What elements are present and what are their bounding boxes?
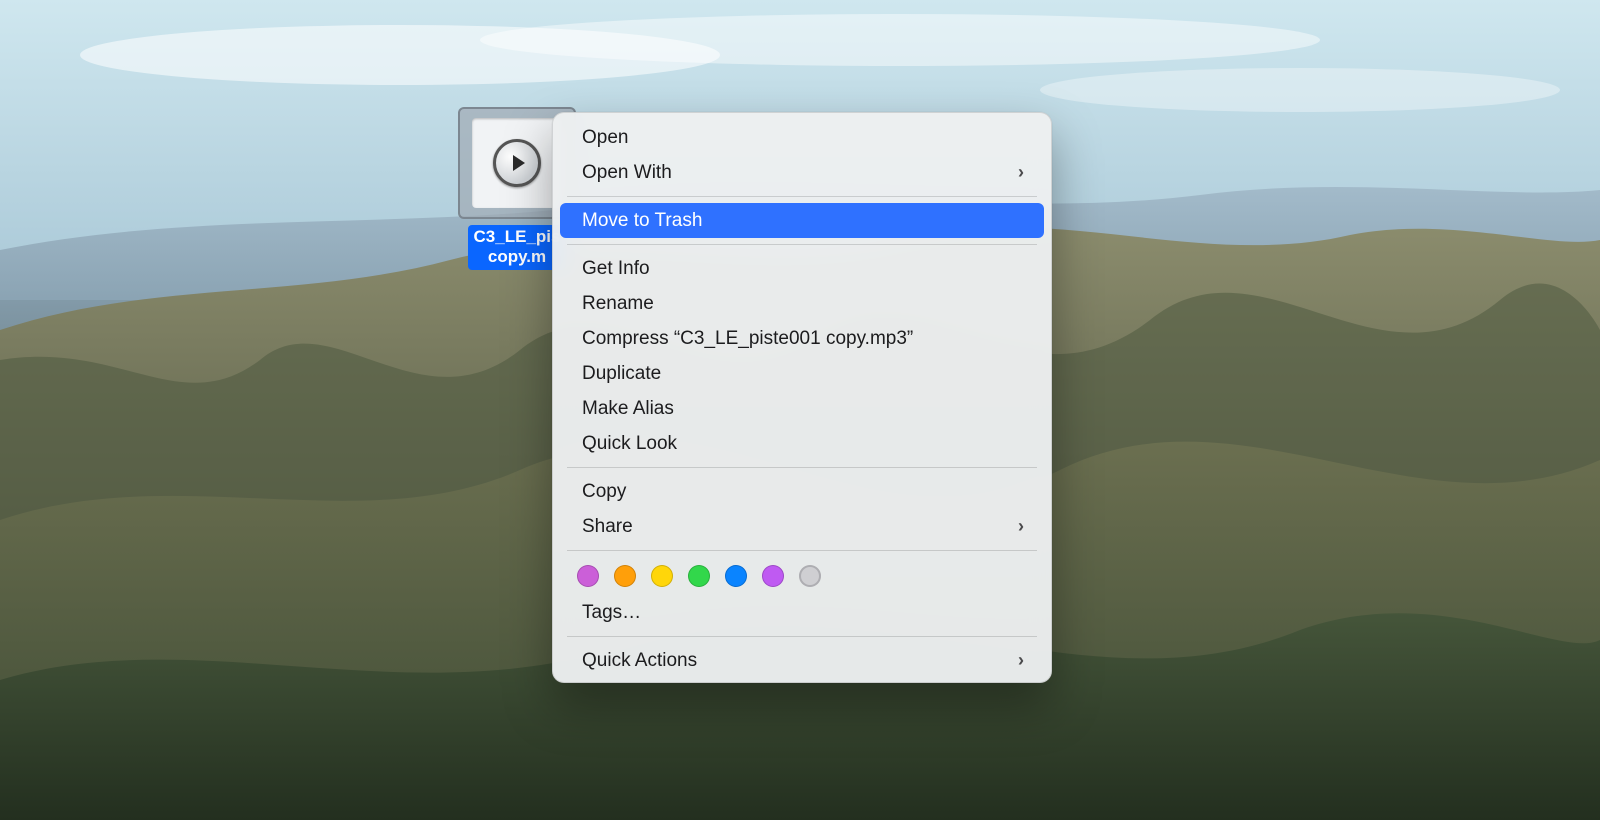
tag-color-none[interactable] bbox=[799, 565, 821, 587]
tag-color-dot[interactable] bbox=[651, 565, 673, 587]
menu-item-get-info[interactable]: Get Info bbox=[560, 251, 1044, 286]
chevron-right-icon: › bbox=[1018, 162, 1024, 183]
context-menu: Open Open With › Move to Trash Get Info … bbox=[552, 112, 1052, 683]
menu-item-quick-look[interactable]: Quick Look bbox=[560, 426, 1044, 461]
menu-item-label: Make Alias bbox=[582, 398, 674, 420]
menu-item-label: Open bbox=[582, 127, 628, 149]
menu-item-open-with[interactable]: Open With › bbox=[560, 155, 1044, 190]
menu-separator bbox=[567, 636, 1037, 637]
menu-item-open[interactable]: Open bbox=[560, 120, 1044, 155]
menu-item-label: Open With bbox=[582, 162, 672, 184]
menu-item-label: Quick Look bbox=[582, 433, 677, 455]
menu-item-move-to-trash[interactable]: Move to Trash bbox=[560, 203, 1044, 238]
tag-color-dot[interactable] bbox=[688, 565, 710, 587]
menu-item-label: Copy bbox=[582, 481, 626, 503]
tag-color-row bbox=[553, 557, 1051, 595]
menu-item-rename[interactable]: Rename bbox=[560, 286, 1044, 321]
menu-item-compress[interactable]: Compress “C3_LE_piste001 copy.mp3” bbox=[560, 321, 1044, 356]
menu-item-quick-actions[interactable]: Quick Actions › bbox=[560, 643, 1044, 678]
tag-color-dot[interactable] bbox=[614, 565, 636, 587]
menu-item-make-alias[interactable]: Make Alias bbox=[560, 391, 1044, 426]
menu-item-label: Tags… bbox=[582, 602, 641, 624]
tag-color-dot[interactable] bbox=[577, 565, 599, 587]
file-thumbnail bbox=[472, 118, 562, 208]
menu-item-label: Quick Actions bbox=[582, 650, 697, 672]
tag-color-dot[interactable] bbox=[762, 565, 784, 587]
menu-separator bbox=[567, 244, 1037, 245]
tag-color-dot[interactable] bbox=[725, 565, 747, 587]
play-icon bbox=[493, 139, 541, 187]
desktop[interactable]: C3_LE_pis copy.m Open Open With › Move t… bbox=[0, 0, 1600, 820]
menu-item-label: Share bbox=[582, 516, 633, 538]
menu-item-duplicate[interactable]: Duplicate bbox=[560, 356, 1044, 391]
menu-item-label: Duplicate bbox=[582, 363, 661, 385]
menu-item-label: Get Info bbox=[582, 258, 650, 280]
menu-item-label: Move to Trash bbox=[582, 210, 702, 232]
menu-separator bbox=[567, 467, 1037, 468]
menu-item-tags[interactable]: Tags… bbox=[560, 595, 1044, 630]
menu-item-label: Rename bbox=[582, 293, 654, 315]
menu-separator bbox=[567, 550, 1037, 551]
menu-item-share[interactable]: Share › bbox=[560, 509, 1044, 544]
menu-item-copy[interactable]: Copy bbox=[560, 474, 1044, 509]
chevron-right-icon: › bbox=[1018, 650, 1024, 671]
menu-separator bbox=[567, 196, 1037, 197]
chevron-right-icon: › bbox=[1018, 516, 1024, 537]
menu-item-label: Compress “C3_LE_piste001 copy.mp3” bbox=[582, 328, 913, 350]
